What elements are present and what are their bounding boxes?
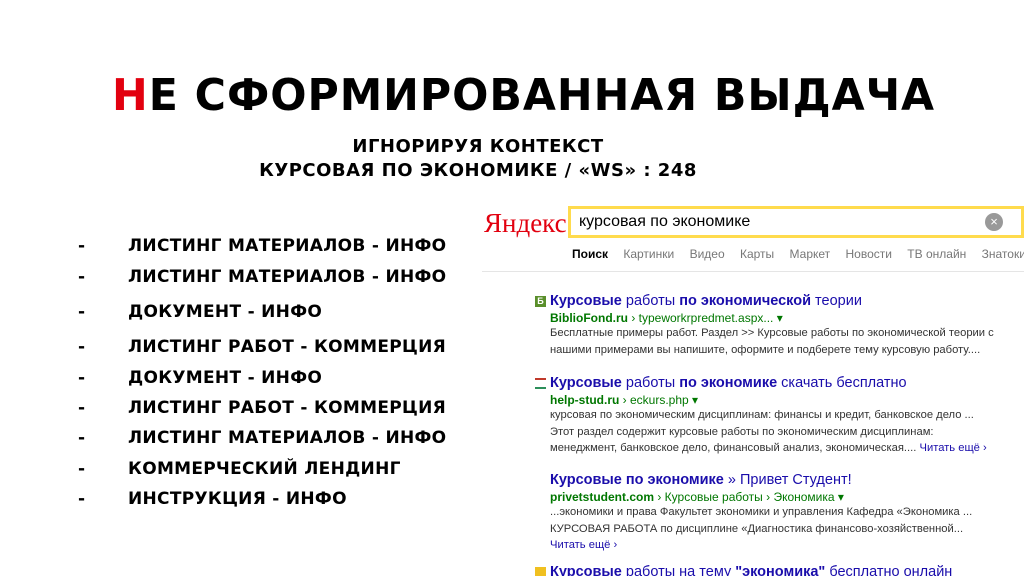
helpstud-favicon-icon — [535, 378, 546, 389]
result-snippet-line: нашими примерами вы напишите, оформите и… — [550, 343, 981, 356]
tab-images[interactable]: Картинки — [623, 247, 674, 261]
slide-title: НЕ СФОРМИРОВАННАЯ ВЫДАЧА — [112, 70, 935, 121]
bullet-text: ЛИСТИНГ РАБОТ - КОММЕРЦИЯ — [128, 337, 446, 357]
search-result: Курсовые работы по экономике скачать бес… — [535, 375, 1024, 457]
result-snippet-line: Этот раздел содержит курсовые работы по … — [550, 425, 934, 438]
bullet-dash: - — [78, 489, 86, 509]
subtitle-context: ИГНОРИРУЯ КОНТЕКСТ — [352, 136, 604, 157]
search-box: × — [568, 206, 1024, 238]
tab-maps[interactable]: Карты — [740, 247, 774, 261]
result-snippet-line: Бесплатные примеры работ. Раздел >> Курс… — [550, 327, 994, 339]
title-rest: Е СФОРМИРОВАННАЯ ВЫДАЧА — [148, 70, 936, 121]
search-result: Б Курсовые работы по экономической теори… — [535, 293, 1024, 358]
bullet-dash: - — [78, 267, 86, 287]
title-first-letter: Н — [112, 70, 149, 121]
result-url[interactable]: privetstudent.com › Курсовые работы › Эк… — [550, 490, 1024, 504]
bibliofond-favicon-icon: Б — [535, 296, 546, 307]
tab-znatoki[interactable]: Знатоки — [982, 247, 1024, 261]
result-snippet-line: менеджмент, банковское дело, финансовый … — [550, 442, 987, 454]
result-snippet-line: КУРСОВАЯ РАБОТА по дисциплине «Диагности… — [550, 522, 964, 535]
bullet-text: ИНСТРУКЦИЯ - ИНФО — [128, 489, 347, 509]
result-favicon-icon — [535, 567, 546, 576]
bullet-text: ДОКУМЕНТ - ИНФО — [128, 302, 323, 322]
search-tabs: Поиск Картинки Видео Карты Маркет Новост… — [572, 247, 1024, 261]
tab-video[interactable]: Видео — [690, 247, 725, 261]
result-title-link[interactable]: Курсовые по экономике » Привет Студент! — [550, 472, 1024, 488]
read-more-link[interactable]: Читать ещё › — [919, 442, 986, 454]
tab-tv[interactable]: ТВ онлайн — [907, 247, 966, 261]
bullet-text: ЛИСТИНГ МАТЕРИАЛОВ - ИНФО — [128, 236, 447, 256]
tab-market[interactable]: Маркет — [790, 247, 831, 261]
result-title-link[interactable]: Курсовые работы на тему "экономика" бесп… — [550, 564, 1024, 576]
result-snippet-line: курсовая по экономическим дисциплинам: ф… — [550, 409, 974, 421]
bullet-text: ЛИСТИНГ РАБОТ - КОММЕРЦИЯ — [128, 398, 446, 418]
search-result: Курсовые работы на тему "экономика" бесп… — [535, 564, 1024, 576]
read-more-link[interactable]: Читать ещё › — [550, 538, 1024, 554]
bullet-text: ЛИСТИНГ МАТЕРИАЛОВ - ИНФО — [128, 267, 447, 287]
bullet-dash: - — [78, 368, 86, 388]
result-url[interactable]: BiblioFond.ru › typeworkrpredmet.aspx...… — [550, 311, 1024, 325]
bullet-text: КОММЕРЧЕСКИЙ ЛЕНДИНГ — [128, 459, 401, 479]
bullet-dash: - — [78, 398, 86, 418]
bullet-dash: - — [78, 236, 86, 256]
bullet-dash: - — [78, 459, 86, 479]
result-url[interactable]: help-stud.ru › eckurs.php ▾ — [550, 393, 1024, 407]
bullet-dash: - — [78, 337, 86, 357]
result-title-link[interactable]: Курсовые работы по экономической теории — [550, 293, 1024, 309]
bullet-text: ЛИСТИНГ МАТЕРИАЛОВ - ИНФО — [128, 428, 447, 448]
tab-search[interactable]: Поиск — [572, 247, 608, 261]
subtitle-query: КУРСОВАЯ ПО ЭКОНОМИКЕ / «WS» : 248 — [259, 160, 697, 181]
result-title-link[interactable]: Курсовые работы по экономике скачать бес… — [550, 375, 1024, 391]
bullet-dash: - — [78, 428, 86, 448]
bullet-dash: - — [78, 302, 86, 322]
search-result: Курсовые по экономике » Привет Студент! … — [550, 472, 1024, 554]
tab-news[interactable]: Новости — [846, 247, 892, 261]
yandex-logo[interactable]: Яндекс — [484, 208, 567, 239]
search-input[interactable] — [579, 213, 979, 231]
yandex-serp-screenshot: Яндекс × Поиск Картинки Видео Карты Марк… — [482, 198, 1024, 576]
clear-icon[interactable]: × — [985, 213, 1003, 231]
bullet-text: ДОКУМЕНТ - ИНФО — [128, 368, 323, 388]
result-snippet-line: ...экономики и права Факультет экономики… — [550, 506, 973, 518]
tabs-divider — [482, 271, 1024, 272]
